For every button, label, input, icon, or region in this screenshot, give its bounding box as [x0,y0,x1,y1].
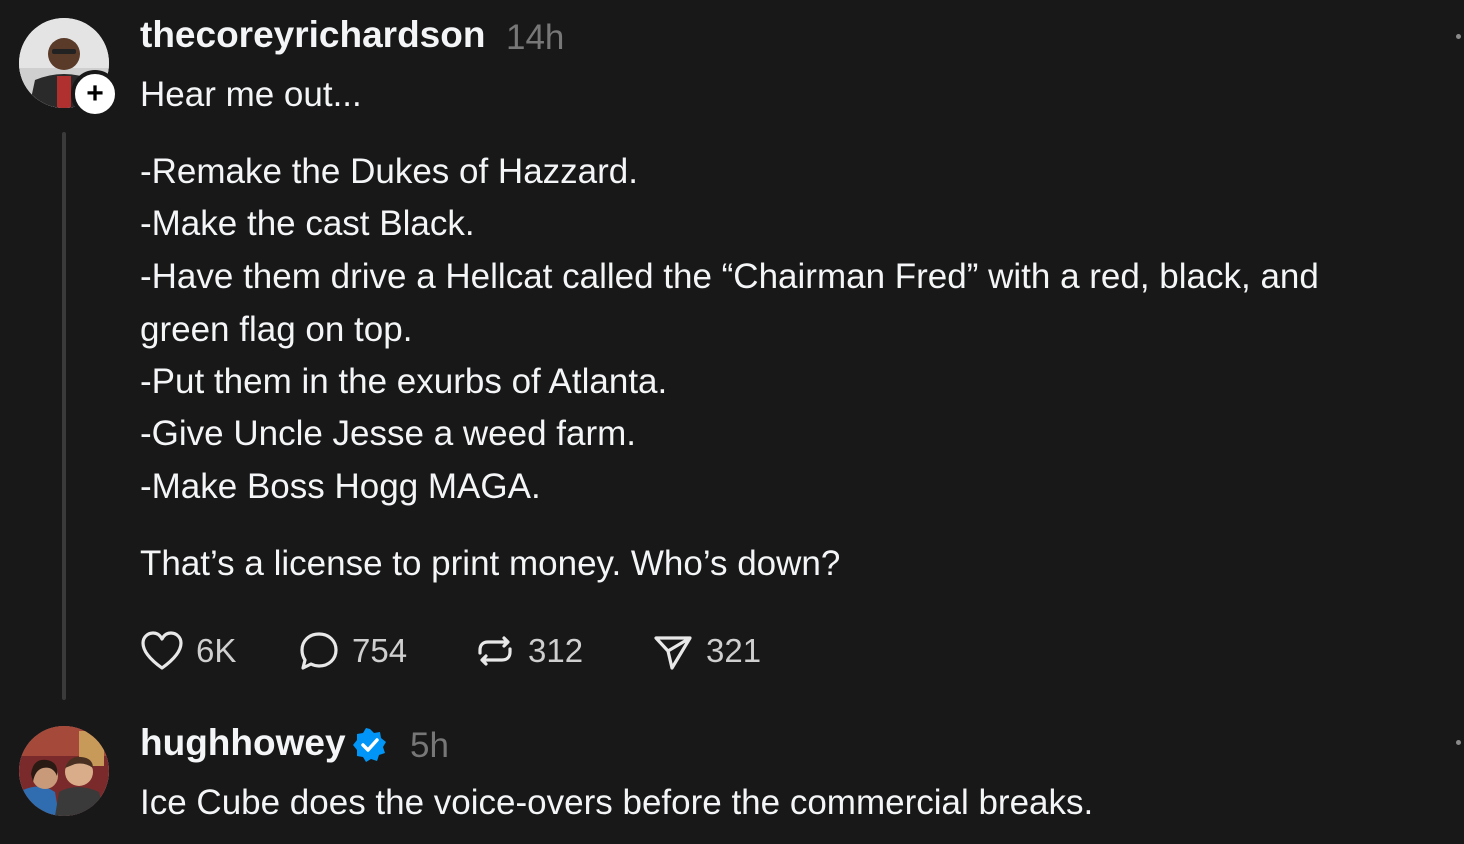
post-text-line: -Make Boss Hogg MAGA. [140,467,541,506]
post-text-line: -Put them in the exurbs of Atlanta. [140,362,668,401]
thread-line [62,132,66,700]
post-text-line: -Give Uncle Jesse a weed farm. [140,414,637,453]
post-hughhowey: hughhowey 5h Ice Cube does the voice-ove… [0,700,1464,844]
share-button[interactable]: 321 [652,630,761,672]
reply-count: 754 [352,632,408,669]
post-text-line: green flag on top. [140,310,413,349]
avatar[interactable] [19,726,109,816]
send-icon [654,636,692,670]
couple-avatar [19,726,109,816]
post-text-line: That’s a license to print money. Who’s d… [140,544,841,583]
timestamp[interactable]: 5h [410,726,449,766]
more-options-icon[interactable] [1456,34,1461,39]
post-text-line: Hear me out... [140,75,362,114]
username[interactable]: thecoreyrichardson [140,14,485,56]
reply-button[interactable]: 754 [298,630,407,672]
like-count: 6K [196,632,237,669]
username[interactable]: hughhowey [140,722,346,764]
post-text-line: -Remake the Dukes of Hazzard. [140,152,638,191]
post-text-line: -Have them drive a Hellcat called the “C… [140,257,1319,296]
post-text: Ice Cube does the voice-overs before the… [140,783,1094,822]
plus-icon: + [86,77,104,110]
more-options-icon[interactable] [1456,740,1461,745]
heart-icon [141,631,183,670]
repost-button[interactable]: 312 [474,630,583,672]
share-count: 321 [706,632,762,669]
like-button[interactable]: 6K [140,630,236,672]
timestamp[interactable]: 14h [506,18,564,58]
verified-badge-icon [353,728,386,762]
comment-icon [300,632,338,670]
repost-count: 312 [528,632,584,669]
repost-icon [478,636,512,666]
post-thecoreyrichardson: + thecoreyrichardson 14h Hear me out... … [0,0,1464,700]
follow-button[interactable]: + [71,70,119,118]
post-text-line: -Make the cast Black. [140,204,475,243]
